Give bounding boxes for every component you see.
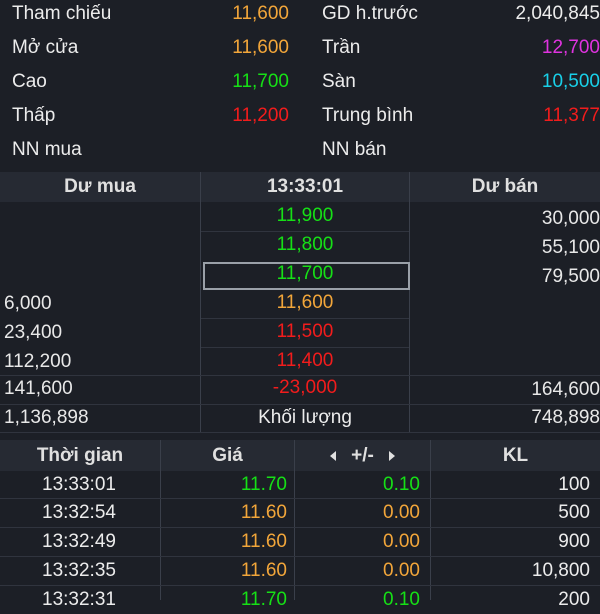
volume-difference: -23,000 (272, 377, 338, 398)
trade-price: 11.60 (240, 502, 287, 523)
trade-change: 0.10 (383, 474, 420, 495)
sell-depth-header: Dư bán (471, 176, 539, 197)
trade-history-header: Thời gian Giá +/- KL (0, 440, 600, 471)
trade-price-header: Giá (212, 445, 243, 466)
caret-left-icon[interactable] (329, 450, 336, 461)
foreign-buy-label: NN mua (12, 139, 82, 160)
buy-volume: 112,200 (4, 351, 72, 372)
trade-change-header-group: +/- (295, 440, 430, 471)
summary-row-low: Thấp 11,200 Trung bình 11,377 (0, 102, 600, 136)
ceiling-label: Trần (322, 37, 361, 58)
foreign-sell-label: NN bán (322, 139, 387, 160)
depth-time-header: 13:33:01 (266, 176, 344, 197)
depth-price[interactable]: 11,900 (201, 202, 409, 230)
ceiling-value: 12,700 (541, 37, 600, 58)
total-buy-volume: 141,600 (4, 378, 73, 399)
buy-volume: 6,000 (4, 293, 52, 314)
divider (0, 432, 600, 433)
trade-row: 13:32:49 11.60 0.00 900 (0, 527, 600, 556)
summary-row-high: Cao 11,700 Sàn 10,500 (0, 68, 600, 102)
trade-price: 11.70 (240, 474, 287, 495)
reference-value: 11,600 (232, 3, 289, 24)
trade-row: 13:32:54 11.60 0.00 500 (0, 498, 600, 527)
trade-volume: 10,800 (531, 560, 590, 581)
depth-price[interactable]: 11,600 (201, 289, 409, 317)
sell-volume: 55,100 (541, 237, 600, 258)
depth-header: Dư mua 13:33:01 Dư bán (0, 172, 600, 202)
low-value: 11,200 (232, 105, 289, 126)
volume-label: Khối lượng (258, 407, 352, 428)
depth-price[interactable]: 11,700 (201, 260, 409, 288)
trade-volume-header: KL (502, 445, 529, 466)
trade-change: 0.00 (383, 531, 420, 552)
trade-change-header: +/- (351, 445, 374, 466)
trade-time: 13:33:01 (42, 474, 116, 495)
trade-time: 13:32:35 (42, 560, 116, 581)
depth-price[interactable]: 11,500 (201, 318, 409, 346)
trade-time-header: Thời gian (36, 445, 124, 466)
summary-row-foreign: NN mua NN bán (0, 136, 600, 170)
floor-value: 10,500 (541, 71, 600, 92)
summary-row-reference: Tham chiếu 11,600 GD h.trước 2,040,845 (0, 0, 600, 34)
depth-price[interactable]: 11,400 (201, 347, 409, 375)
average-label: Trung bình (322, 105, 414, 126)
sell-volume: 79,500 (541, 266, 600, 287)
buy-depth-header: Dư mua (64, 176, 136, 197)
open-label: Mở cửa (12, 37, 79, 58)
trade-volume: 500 (558, 502, 590, 523)
sell-side-volume: 748,898 (531, 407, 600, 428)
buy-volume: 23,400 (4, 322, 63, 343)
trade-change: 0.00 (383, 502, 420, 523)
trade-price: 11.60 (240, 531, 287, 552)
average-value: 11,377 (543, 105, 600, 126)
prev-volume-label: GD h.trước (322, 3, 418, 24)
buy-side-volume: 1,136,898 (4, 407, 89, 428)
trade-row: 13:33:01 11.70 0.10 100 (0, 470, 600, 499)
open-value: 11,600 (232, 37, 289, 58)
trade-volume: 900 (558, 531, 590, 552)
sell-volume: 30,000 (541, 208, 600, 229)
trade-row: 13:32:35 11.60 0.00 10,800 (0, 556, 600, 585)
high-label: Cao (12, 71, 47, 92)
reference-label: Tham chiếu (12, 3, 112, 24)
divider (409, 172, 410, 432)
trade-volume: 100 (558, 474, 590, 495)
trade-price: 11.60 (240, 560, 287, 581)
caret-right-icon[interactable] (389, 450, 396, 461)
high-value: 11,700 (232, 71, 289, 92)
floor-label: Sàn (322, 71, 356, 92)
low-label: Thấp (12, 105, 56, 126)
summary-row-open: Mở cửa 11,600 Trần 12,700 (0, 34, 600, 68)
prev-volume-value: 2,040,845 (515, 3, 600, 24)
trade-time: 13:32:54 (42, 502, 116, 523)
trade-change: 0.00 (383, 560, 420, 581)
trade-time: 13:32:49 (42, 531, 116, 552)
total-sell-volume: 164,600 (531, 379, 600, 400)
depth-price[interactable]: 11,800 (201, 231, 409, 259)
